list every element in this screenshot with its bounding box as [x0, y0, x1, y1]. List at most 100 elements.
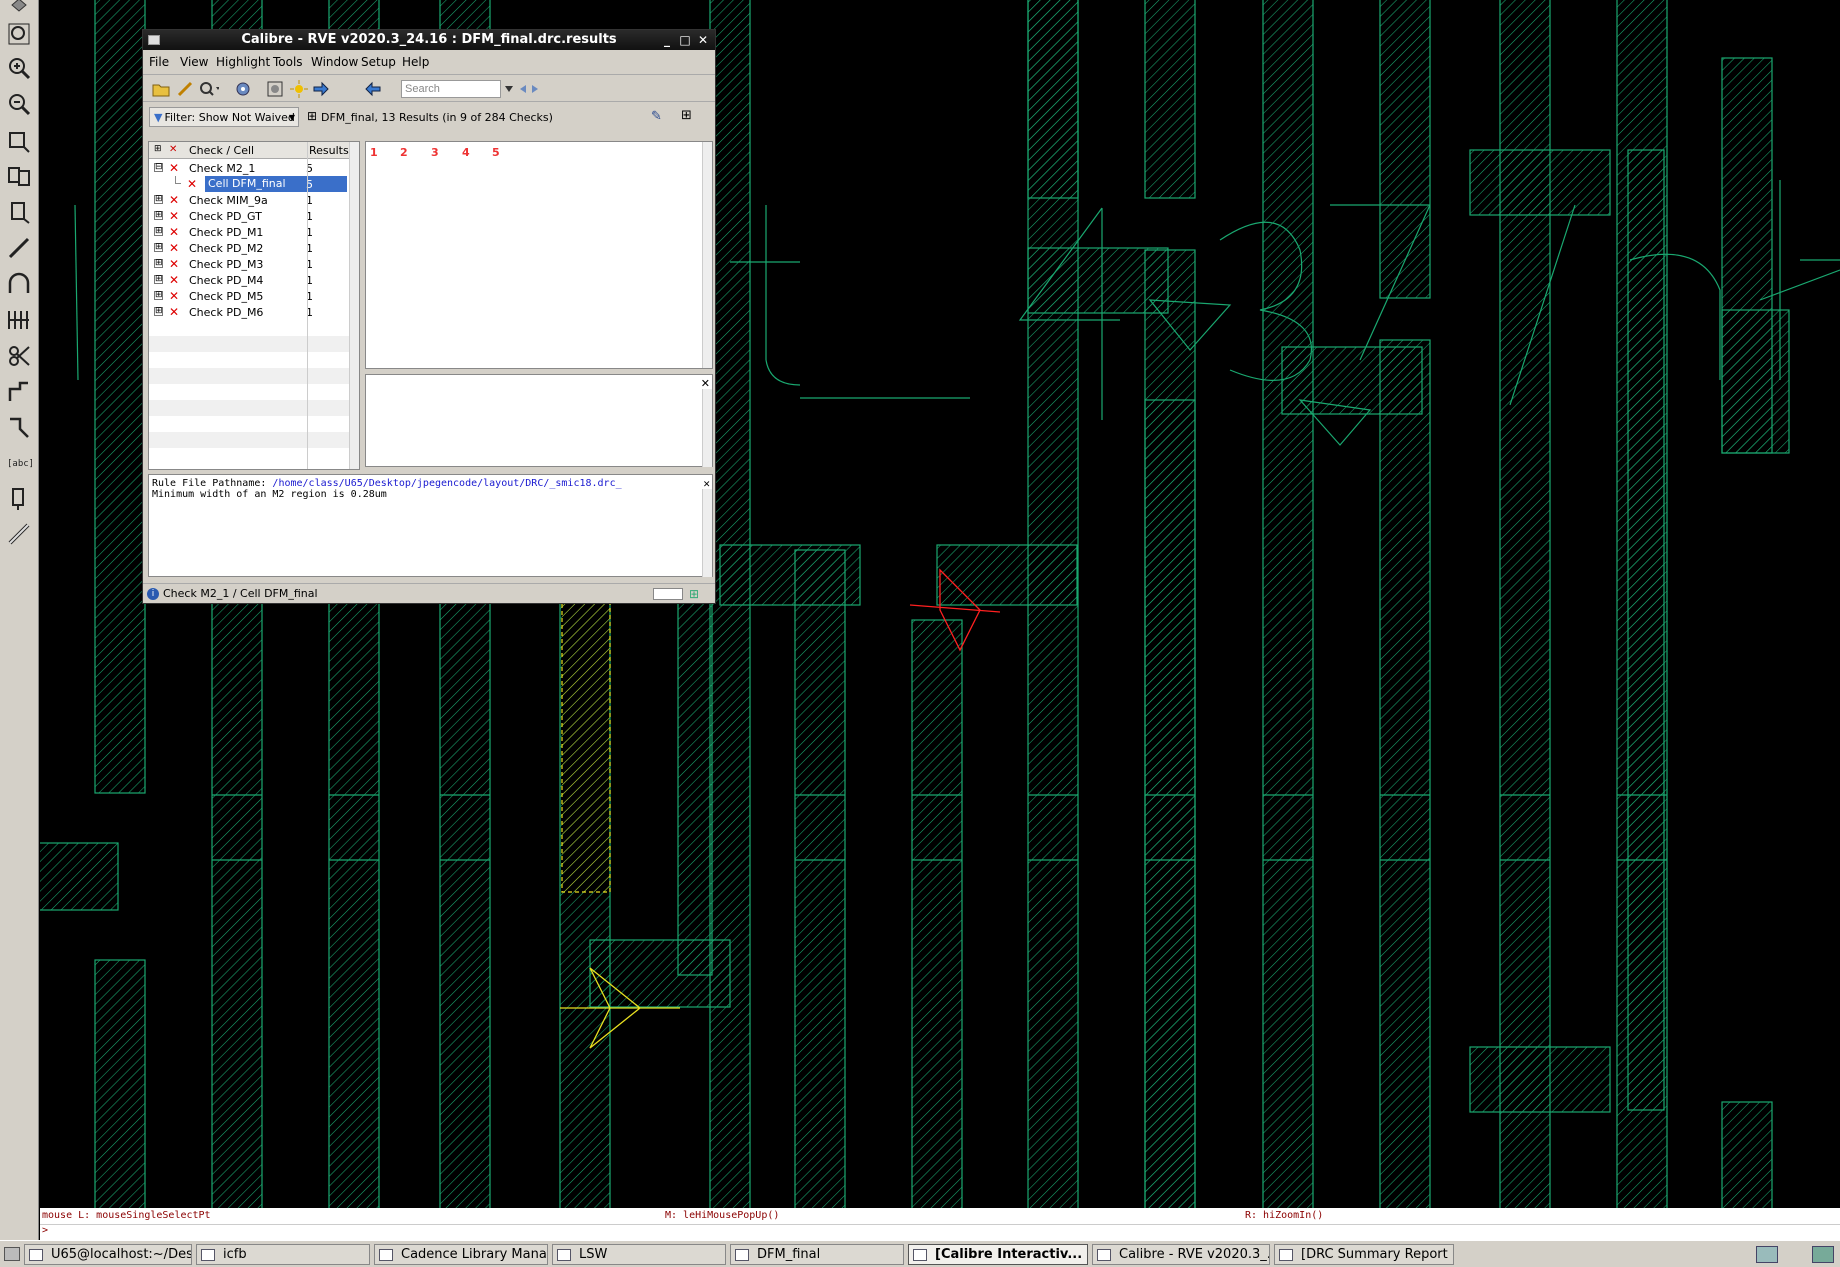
path-icon[interactable] — [3, 232, 35, 264]
open-folder-icon[interactable] — [151, 79, 171, 99]
col-check-cell[interactable]: Check / Cell — [189, 144, 254, 157]
expand-icon[interactable]: ⊞ — [154, 307, 163, 316]
command-input-line[interactable]: > — [40, 1224, 1840, 1240]
filter-bar: ▼ Filter: Show Not Waived ▼ ⊞ DFM_final,… — [143, 103, 715, 133]
reshape-icon[interactable] — [3, 412, 35, 444]
back-arrow-icon[interactable] — [363, 79, 383, 99]
property-icon[interactable] — [3, 482, 35, 514]
taskbar-item-drc-summary[interactable]: [DRC Summary Report ... — [1274, 1244, 1454, 1265]
rve-title-bar[interactable]: Calibre - RVE v2020.3_24.16 : DFM_final.… — [143, 30, 715, 50]
result-detail-pane: ✕ — [365, 374, 713, 467]
search-prev-icon[interactable] — [517, 79, 529, 99]
taskbar-item-library-manager[interactable]: Cadence Library Mana... — [374, 1244, 548, 1265]
tree-row-selected[interactable]: ✕ Cell DFM_final 5 — [149, 176, 349, 192]
menu-highlight[interactable]: Highlight — [216, 55, 270, 69]
close-icon[interactable]: ✕ — [695, 32, 711, 48]
ruler-grid-icon[interactable] — [3, 304, 35, 336]
arc-icon[interactable] — [3, 268, 35, 300]
expand-icon[interactable]: ⊞ — [154, 291, 163, 300]
filter-dropdown[interactable]: ▼ Filter: Show Not Waived ▼ — [149, 107, 299, 127]
tree-row[interactable]: ⊞ ✕ Check PD_M5 1 — [149, 288, 349, 304]
layout-grid-icon[interactable]: ⊞ — [681, 108, 692, 123]
result-number[interactable]: 2 — [400, 146, 408, 159]
calibre-rve-window: Calibre - RVE v2020.3_24.16 : DFM_final.… — [142, 29, 716, 604]
tree-row[interactable]: ⊞ ✕ Check PD_M4 1 — [149, 272, 349, 288]
check-cell-tree: ⊞ ✕ Check / Cell Results ⊟ ✕ Check M2_1 … — [148, 141, 360, 470]
tree-row[interactable]: ⊞ ✕ Check PD_GT 1 — [149, 208, 349, 224]
maximize-icon[interactable]: □ — [677, 32, 693, 48]
sun-icon[interactable] — [289, 79, 309, 99]
expand-icon[interactable]: ⊞ — [154, 195, 163, 204]
menu-window[interactable]: Window — [311, 55, 358, 69]
menu-setup[interactable]: Setup — [361, 55, 396, 69]
expand-icon[interactable]: ⊞ — [154, 227, 163, 236]
status-text: Check M2_1 / Cell DFM_final — [163, 587, 318, 600]
tree-scrollbar[interactable] — [349, 142, 359, 469]
tree-row[interactable]: ⊞ ✕ Check PD_M1 1 — [149, 224, 349, 240]
move-icon[interactable] — [3, 196, 35, 228]
zoom-in-icon[interactable] — [3, 52, 35, 84]
minimize-icon[interactable]: _ — [659, 32, 675, 48]
detail-scrollbar[interactable] — [702, 389, 712, 467]
error-x-icon: ✕ — [187, 177, 198, 191]
error-x-icon: ✕ — [169, 273, 180, 287]
menu-tools[interactable]: Tools — [273, 55, 303, 69]
col-results[interactable]: Results — [309, 144, 349, 157]
result-number[interactable]: 5 — [492, 146, 500, 159]
result-number[interactable]: 3 — [431, 146, 439, 159]
select-check-icon[interactable] — [265, 79, 285, 99]
tree-row[interactable]: ⊞ ✕ Check PD_M2 1 — [149, 240, 349, 256]
wire-icon[interactable] — [3, 376, 35, 408]
expand-icon[interactable]: ⊞ — [154, 259, 163, 268]
settings-gear-icon[interactable] — [233, 79, 253, 99]
next-arrow-icon[interactable] — [311, 79, 331, 99]
rule-scrollbar[interactable] — [702, 489, 712, 577]
zoom-fit-icon[interactable] — [3, 18, 35, 50]
expand-icon[interactable]: ⊞ — [154, 211, 163, 220]
chop-icon[interactable] — [3, 340, 35, 372]
tree-row[interactable]: ⊞ ✕ Check PD_M3 1 — [149, 256, 349, 272]
search-input[interactable] — [401, 80, 501, 98]
result-number[interactable]: 1 — [370, 146, 378, 159]
taskbar-item-calibre-rve[interactable]: Calibre - RVE v2020.3_... — [1092, 1244, 1270, 1265]
search-next-icon[interactable] — [529, 79, 541, 99]
edit-pen-icon[interactable]: ✎ — [651, 109, 662, 124]
taskbar-item-lsw[interactable]: LSW — [552, 1244, 726, 1265]
taskbar-item-calibre-interactive[interactable]: [Calibre Interactiv... — [908, 1244, 1088, 1265]
ruler-icon[interactable] — [3, 518, 35, 550]
tray-icon[interactable] — [1812, 1246, 1834, 1263]
collapse-icon[interactable]: ⊟ — [154, 163, 163, 172]
result-number[interactable]: 4 — [462, 146, 470, 159]
tree-empty-row — [149, 432, 349, 448]
tree-row[interactable]: ⊞ ✕ Check PD_M6 1 — [149, 304, 349, 320]
stretch-icon[interactable] — [3, 124, 35, 156]
menu-view[interactable]: View — [180, 55, 208, 69]
results-scrollbar[interactable] — [702, 142, 712, 368]
tree-row-label: Check PD_GT — [189, 210, 262, 223]
show-desktop-icon[interactable] — [4, 1247, 20, 1261]
expand-all-icon[interactable]: ⊞ — [154, 144, 162, 154]
expand-icon[interactable]: ⊞ — [154, 275, 163, 284]
tree-row[interactable]: ⊟ ✕ Check M2_1 5 — [149, 160, 349, 176]
check-filter-icon[interactable]: ✕ — [169, 144, 177, 155]
taskbar-item-icfb[interactable]: icfb — [196, 1244, 370, 1265]
search-dropdown-icon[interactable] — [503, 79, 515, 99]
window-menu-icon[interactable] — [148, 35, 160, 45]
results-list[interactable]: 1 2 3 4 5 — [365, 141, 713, 369]
copy-icon[interactable] — [3, 160, 35, 192]
rule-file-path[interactable]: /home/class/U65/Desktop/jpegencode/layou… — [272, 478, 621, 489]
status-grid-icon[interactable]: ⊞ — [689, 587, 699, 601]
expand-icon[interactable]: ⊞ — [154, 243, 163, 252]
taskbar-item-label: U65@localhost:~/Des... — [51, 1247, 192, 1262]
zoom-results-icon[interactable] — [199, 79, 219, 99]
label-icon[interactable]: [abc] — [3, 446, 35, 478]
menu-file[interactable]: File — [149, 55, 169, 69]
highlight-brush-icon[interactable] — [175, 79, 195, 99]
tree-row[interactable]: ⊞ ✕ Check MIM_9a 1 — [149, 192, 349, 208]
workspace-switcher-icon[interactable] — [1756, 1246, 1778, 1263]
menu-help[interactable]: Help — [402, 55, 429, 69]
taskbar-item-dfm-final[interactable]: DFM_final — [730, 1244, 904, 1265]
taskbar-item-terminal[interactable]: U65@localhost:~/Des... — [24, 1244, 192, 1265]
error-x-icon: ✕ — [169, 289, 180, 303]
zoom-out-icon[interactable] — [3, 88, 35, 120]
